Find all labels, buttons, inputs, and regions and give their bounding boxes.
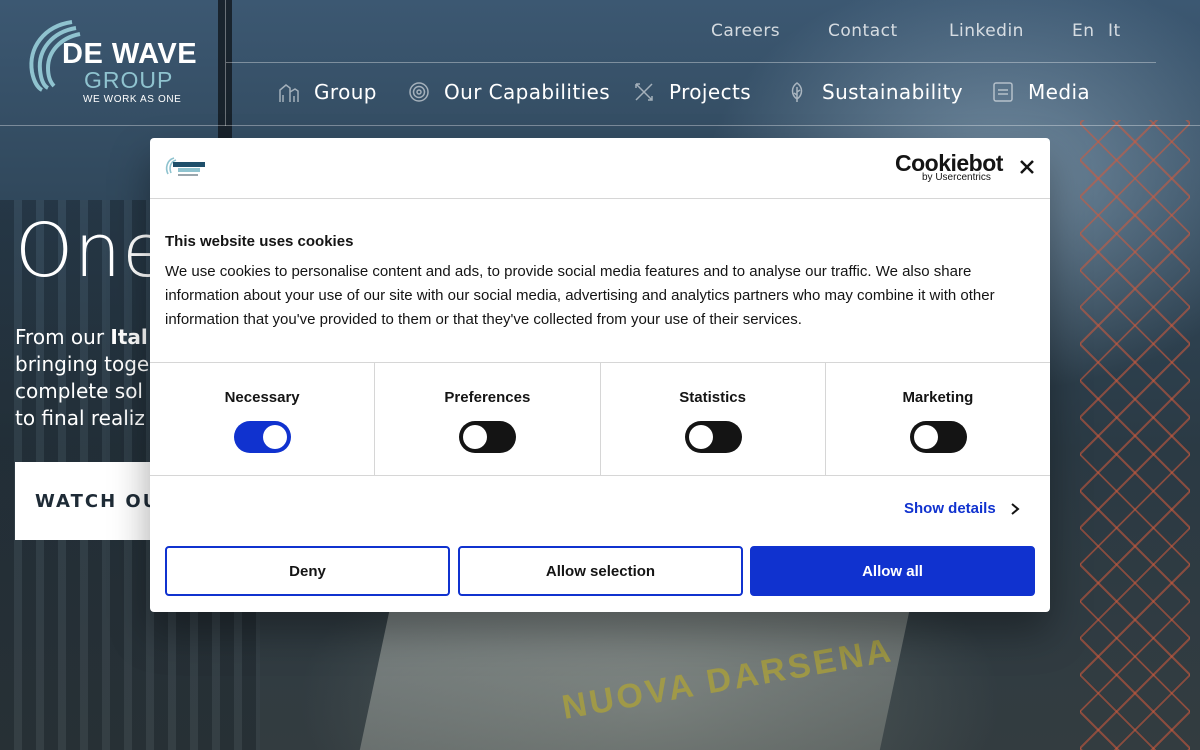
necessary-toggle[interactable] xyxy=(234,421,292,453)
cookie-consent-dialog: Cookiebot by Usercentrics This website u… xyxy=(150,138,1050,612)
toggle-knob xyxy=(263,425,288,449)
nav-item-capabilities[interactable]: Our Capabilities xyxy=(408,80,610,104)
main-nav: Group Our Capabilities Projects Sustaina… xyxy=(0,80,1200,110)
hero-description: From our Ital bringing toge complete sol… xyxy=(15,324,165,432)
hero-text-line: to final realiz xyxy=(15,406,145,430)
cookiebot-brand-sub: by Usercentrics xyxy=(922,172,991,183)
header-rule xyxy=(226,62,1156,63)
top-link-careers[interactable]: Careers xyxy=(711,21,780,41)
preferences-toggle[interactable] xyxy=(459,421,517,453)
leaf-icon xyxy=(791,82,803,102)
nav-item-label: Sustainability xyxy=(822,80,964,104)
close-icon[interactable] xyxy=(1016,156,1038,178)
deny-button[interactable]: Deny xyxy=(165,546,450,596)
allow-all-button[interactable]: Allow all xyxy=(750,546,1035,596)
toggle-knob xyxy=(463,425,488,449)
chevron-right-icon xyxy=(1011,502,1020,515)
toggle-cell-preferences: Preferences xyxy=(375,363,601,475)
allow-selection-button[interactable]: Allow selection xyxy=(458,546,743,596)
top-link-linkedin[interactable]: Linkedin xyxy=(949,21,1024,41)
hero-text-bold: Ital xyxy=(110,325,148,349)
toggle-label: Necessary xyxy=(224,389,300,406)
language-it[interactable]: It xyxy=(1108,21,1121,41)
hero-text-line: From our Ital xyxy=(15,325,148,349)
site-header: DE WAVE GROUP WE WORK AS ONE Careers Con… xyxy=(0,0,1200,126)
cookie-dialog-title: This website uses cookies xyxy=(165,233,354,250)
watch-video-button[interactable]: WATCH OU xyxy=(15,462,155,540)
statistics-toggle[interactable] xyxy=(684,421,742,453)
toggle-label: Preferences xyxy=(444,389,531,406)
language-en[interactable]: En xyxy=(1072,21,1095,41)
nav-item-projects[interactable]: Projects xyxy=(633,80,751,104)
hero-title: One xyxy=(15,208,169,294)
hero-text-line: bringing toge xyxy=(15,352,150,376)
toggle-label: Statistics xyxy=(679,389,746,406)
target-icon xyxy=(409,82,429,102)
buildings-icon xyxy=(279,84,299,102)
nav-item-group[interactable]: Group xyxy=(278,80,377,104)
show-details-label: Show details xyxy=(904,500,996,517)
utility-nav: Careers Contact Linkedin En It xyxy=(0,21,1200,45)
nav-item-label: Media xyxy=(1028,80,1091,104)
cookie-dialog-body: We use cookies to personalise content an… xyxy=(165,263,995,328)
hero-text-line: complete sol xyxy=(15,379,143,403)
toggle-cell-necessary: Necessary xyxy=(150,363,376,475)
cookie-category-toggles: Necessary Preferences Statistics Marketi… xyxy=(150,362,1050,476)
nav-item-media[interactable]: Media xyxy=(992,80,1090,104)
cookie-dialog-header: Cookiebot by Usercentrics xyxy=(150,138,1050,199)
toggle-cell-statistics: Statistics xyxy=(601,363,826,475)
company-logo-small-icon xyxy=(165,157,205,176)
marketing-toggle[interactable] xyxy=(909,421,967,453)
toggle-cell-marketing: Marketing xyxy=(826,363,1050,475)
top-link-contact[interactable]: Contact xyxy=(828,21,898,41)
toggle-knob xyxy=(913,425,938,449)
cookiebot-brand: Cookiebot by Usercentrics xyxy=(895,150,1003,184)
toggle-label: Marketing xyxy=(902,389,974,406)
nav-item-label: Our Capabilities xyxy=(444,80,611,104)
nav-item-label: Group xyxy=(314,80,377,104)
tools-icon xyxy=(635,83,653,101)
background-lattice-tower xyxy=(1080,120,1190,750)
show-details-link[interactable]: Show details xyxy=(904,500,1020,517)
nav-item-sustainability[interactable]: Sustainability xyxy=(786,80,963,104)
nav-item-label: Projects xyxy=(669,80,752,104)
toggle-knob xyxy=(688,425,713,449)
document-icon xyxy=(993,82,1013,102)
